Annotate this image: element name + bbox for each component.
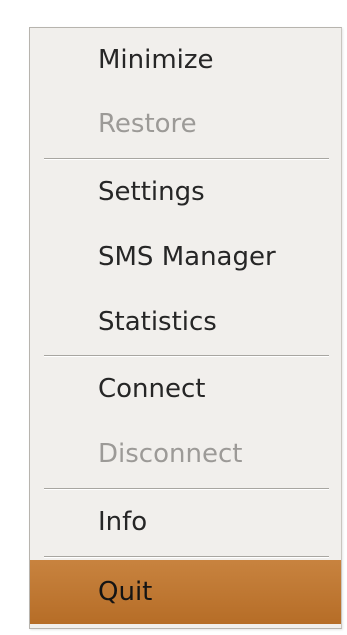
menu-item-label: Settings [98, 177, 205, 207]
menu-item-label: Restore [98, 109, 197, 139]
menu-item-label: Disconnect [98, 439, 243, 469]
menu-item-quit[interactable]: Quit [30, 560, 341, 624]
menu-item-label: SMS Manager [98, 242, 276, 272]
menu-item-connect[interactable]: Connect [30, 357, 341, 421]
menu-item-sms-manager[interactable]: SMS Manager [30, 225, 341, 289]
menu-item-label: Connect [98, 374, 206, 404]
menu-item-statistics[interactable]: Statistics [30, 290, 341, 354]
menu-item-label: Quit [98, 577, 153, 607]
tray-context-menu: Minimize Restore Settings SMS Manager St… [29, 27, 342, 629]
menu-item-disconnect: Disconnect [30, 422, 341, 486]
menu-separator [44, 556, 329, 558]
menu-item-restore: Restore [30, 92, 341, 156]
menu-item-label: Info [98, 507, 148, 537]
menu-item-settings[interactable]: Settings [30, 160, 341, 224]
menu-item-label: Minimize [98, 45, 214, 75]
menu-item-label: Statistics [98, 307, 217, 337]
menu-item-minimize[interactable]: Minimize [30, 28, 341, 92]
menu-item-info[interactable]: Info [30, 490, 341, 554]
